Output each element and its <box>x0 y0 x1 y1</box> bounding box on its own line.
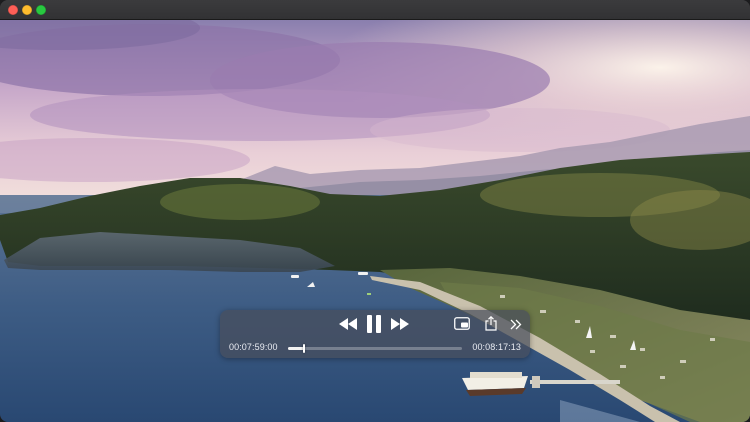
chevron-double-right-icon <box>510 317 522 335</box>
rewind-button[interactable] <box>336 316 360 336</box>
close-window-button[interactable] <box>8 5 18 15</box>
playback-controls: 00:07:59:00 00:08:17:13 <box>220 310 530 358</box>
picture-in-picture-button[interactable] <box>452 317 472 335</box>
remaining-time: 00:08:17:13 <box>472 342 521 352</box>
pause-icon <box>366 314 382 339</box>
elapsed-time: 00:07:59:00 <box>229 342 278 352</box>
title-bar[interactable] <box>0 0 750 20</box>
progress-scrubber[interactable] <box>288 344 462 353</box>
share-button[interactable] <box>482 315 500 336</box>
picture-in-picture-icon <box>454 317 470 335</box>
minimize-window-button[interactable] <box>22 5 32 15</box>
progress-fill <box>288 347 304 350</box>
rewind-icon <box>339 317 357 335</box>
share-icon <box>485 315 497 336</box>
play-pause-button[interactable] <box>362 314 386 338</box>
video-frame[interactable] <box>0 20 750 422</box>
video-image <box>0 20 750 422</box>
fast-forward-button[interactable] <box>388 316 412 336</box>
playhead-knob[interactable] <box>302 344 305 353</box>
fast-forward-icon <box>391 317 409 335</box>
player-window: 00:07:59:00 00:08:17:13 <box>0 0 750 422</box>
more-button[interactable] <box>508 318 524 334</box>
zoom-window-button[interactable] <box>36 5 46 15</box>
